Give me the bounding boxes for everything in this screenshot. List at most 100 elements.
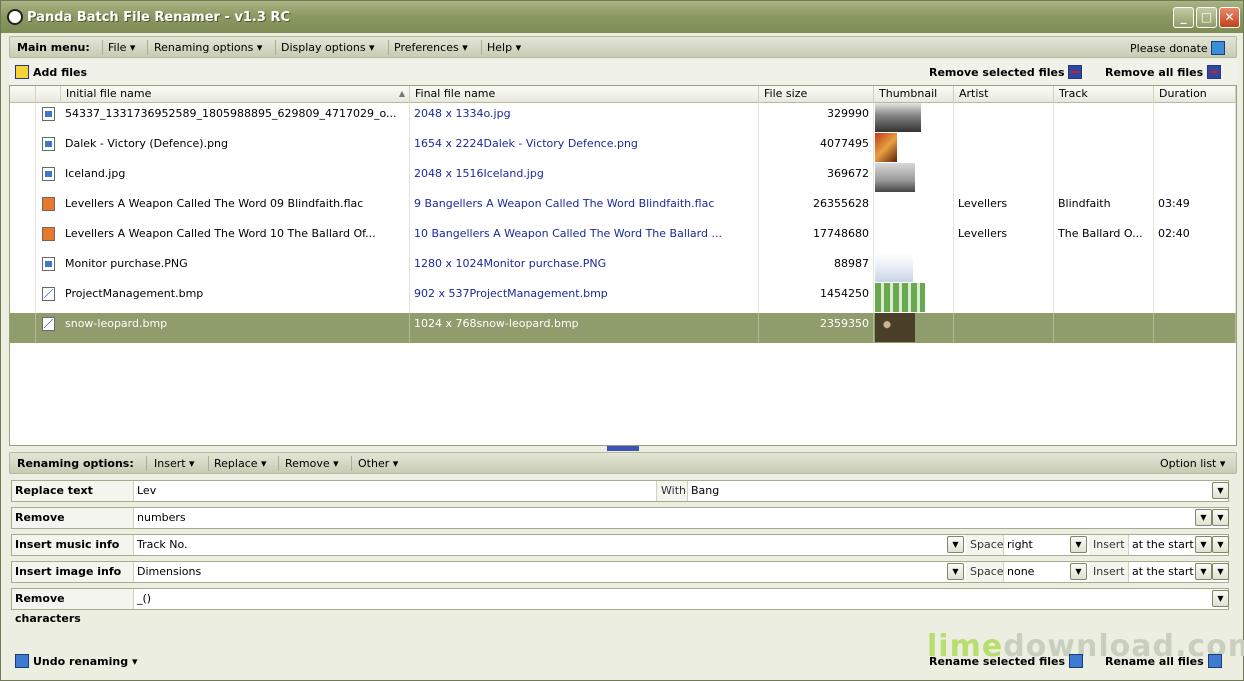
undo-renaming-button[interactable]: Undo renaming ▾ xyxy=(15,654,137,668)
remove-characters-input[interactable]: _() xyxy=(134,589,1212,609)
music-insert-dropdown[interactable]: ▼ xyxy=(1195,536,1212,553)
remove-characters-label: Remove characters xyxy=(12,589,134,625)
row-check-cell[interactable] xyxy=(10,103,36,133)
column-header-track[interactable]: Track xyxy=(1054,86,1154,103)
image-file-icon xyxy=(42,317,55,331)
maximize-button[interactable]: □ xyxy=(1196,7,1217,28)
menu-renaming-options[interactable]: Renaming options ▾ xyxy=(154,41,262,54)
column-header-size[interactable]: File size xyxy=(759,86,874,103)
file-size-cell: 17748680 xyxy=(759,223,874,253)
option-list-menu[interactable]: Option list ▾ xyxy=(1160,457,1225,470)
file-size-cell: 1454250 xyxy=(759,283,874,313)
options-remove-menu[interactable]: Remove ▾ xyxy=(285,457,339,470)
column-header-final[interactable]: Final file name xyxy=(410,86,759,103)
menu-help[interactable]: Help ▾ xyxy=(487,41,521,54)
file-row[interactable]: Levellers A Weapon Called The Word 10 Th… xyxy=(10,223,1236,253)
donate-icon xyxy=(1211,41,1226,55)
column-header-initial[interactable]: Initial file name ▲ xyxy=(61,86,410,103)
image-info-dropdown[interactable]: ▼ xyxy=(947,563,964,580)
remove-characters-row: Remove characters _() ▼ xyxy=(11,588,1229,625)
rename-selected-button[interactable]: Rename selected files xyxy=(929,654,1087,668)
row-check-cell[interactable] xyxy=(10,223,36,253)
file-row[interactable]: ProjectManagement.bmp 902 x 537ProjectMan… xyxy=(10,283,1236,313)
music-space-select[interactable]: right xyxy=(1004,535,1070,555)
initial-name-cell: Levellers A Weapon Called The Word 09 Bl… xyxy=(61,193,410,223)
column-header-duration[interactable]: Duration xyxy=(1154,86,1236,103)
file-row[interactable]: Monitor purchase.PNG 1280 x 1024Monitor p… xyxy=(10,253,1236,283)
file-row[interactable]: Levellers A Weapon Called The Word 09 Bl… xyxy=(10,193,1236,223)
file-row[interactable]: 54337_1331736952589_1805988895_629809_47… xyxy=(10,103,1236,133)
duration-cell: 03:49 xyxy=(1154,193,1236,223)
remove-row-dropdown[interactable]: ▼ xyxy=(1212,509,1229,526)
remove-select[interactable]: numbers xyxy=(134,508,1194,528)
music-row-dropdown[interactable]: ▼ xyxy=(1212,536,1229,553)
app-window: Panda Batch File Renamer - v1.3 RC _ □ ✕… xyxy=(0,0,1244,681)
file-row[interactable]: snow-leopard.bmp 1024 x 768snow-leopard.b… xyxy=(10,313,1236,343)
image-space-dropdown[interactable]: ▼ xyxy=(1070,563,1087,580)
audio-file-icon xyxy=(42,227,55,241)
music-space-dropdown[interactable]: ▼ xyxy=(1070,536,1087,553)
image-info-select[interactable]: Dimensions xyxy=(134,562,947,582)
replace-with-input[interactable]: Bang xyxy=(688,481,1212,501)
image-file-icon xyxy=(42,257,55,271)
file-row[interactable]: Iceland.jpg 2048 x 1516Iceland.jpg 369672 xyxy=(10,163,1236,193)
donate-link[interactable]: Please donate xyxy=(1130,41,1229,55)
options-other-menu[interactable]: Other ▾ xyxy=(358,457,398,470)
options-replace-menu[interactable]: Replace ▾ xyxy=(214,457,267,470)
chars-row-dropdown[interactable]: ▼ xyxy=(1212,590,1229,607)
image-insert-select[interactable]: at the start xyxy=(1129,562,1195,582)
column-header-artist[interactable]: Artist xyxy=(954,86,1054,103)
remove-all-button[interactable]: Remove all files xyxy=(1105,65,1225,79)
column-header-check[interactable] xyxy=(10,86,36,103)
column-header-thumbnail[interactable]: Thumbnail xyxy=(874,86,954,103)
file-row[interactable]: Dalek - Victory (Defence).png 1654 x 2224… xyxy=(10,133,1236,163)
space-label: Space xyxy=(966,535,1004,555)
music-info-dropdown[interactable]: ▼ xyxy=(947,536,964,553)
duration-cell xyxy=(1154,283,1236,313)
artist-cell xyxy=(954,103,1054,133)
image-space-select[interactable]: none xyxy=(1004,562,1070,582)
final-name-cell: 10 Bangellers A Weapon Called The Word T… xyxy=(410,223,759,253)
menu-display-options[interactable]: Display options ▾ xyxy=(281,41,375,54)
splitter-handle[interactable] xyxy=(607,446,639,451)
add-files-button[interactable]: Add files xyxy=(15,65,87,79)
insert-image-row: Insert image info Dimensions ▼ Space non… xyxy=(11,561,1229,583)
menu-file[interactable]: File ▾ xyxy=(108,41,135,54)
artist-cell: Levellers xyxy=(954,193,1054,223)
remove-selected-button[interactable]: Remove selected files xyxy=(929,65,1086,79)
music-info-select[interactable]: Track No. xyxy=(134,535,947,555)
image-insert-dropdown[interactable]: ▼ xyxy=(1195,563,1212,580)
remove-icon xyxy=(1206,65,1221,79)
file-size-cell: 329990 xyxy=(759,103,874,133)
menu-separator xyxy=(147,40,148,55)
remove-icon xyxy=(1068,65,1083,79)
row-check-cell[interactable] xyxy=(10,283,36,313)
remove-select-dropdown[interactable]: ▼ xyxy=(1195,509,1212,526)
row-check-cell[interactable] xyxy=(10,163,36,193)
replace-text-input[interactable]: Lev xyxy=(134,481,657,501)
remove-row: Remove numbers ▼ ▼ xyxy=(11,507,1229,529)
renaming-options-bar: Renaming options: Insert ▾ Replace ▾ Rem… xyxy=(9,452,1237,474)
insert-music-label: Insert music info xyxy=(12,535,134,555)
initial-name-cell: snow-leopard.bmp xyxy=(61,313,410,343)
rename-all-button[interactable]: Rename all files xyxy=(1105,654,1226,668)
minimize-button[interactable]: _ xyxy=(1173,7,1194,28)
replace-row-dropdown[interactable]: ▼ xyxy=(1212,482,1229,499)
row-check-cell[interactable] xyxy=(10,253,36,283)
final-name-cell: 2048 x 1516Iceland.jpg xyxy=(410,163,759,193)
insert-music-row: Insert music info Track No. ▼ Space righ… xyxy=(11,534,1229,556)
final-name-cell: 902 x 537ProjectManagement.bmp xyxy=(410,283,759,313)
row-check-cell[interactable] xyxy=(10,313,36,343)
close-button[interactable]: ✕ xyxy=(1219,7,1240,28)
music-insert-select[interactable]: at the start xyxy=(1129,535,1195,555)
final-name-cell: 2048 x 1334o.jpg xyxy=(410,103,759,133)
image-row-dropdown[interactable]: ▼ xyxy=(1212,563,1229,580)
image-file-icon xyxy=(42,167,55,181)
file-toolbar: Add files Remove selected files Remove a… xyxy=(9,60,1237,86)
options-insert-menu[interactable]: Insert ▾ xyxy=(154,457,195,470)
initial-name-cell: ProjectManagement.bmp xyxy=(61,283,410,313)
menu-preferences[interactable]: Preferences ▾ xyxy=(394,41,468,54)
row-check-cell[interactable] xyxy=(10,133,36,163)
column-header-icon[interactable] xyxy=(36,86,61,103)
row-check-cell[interactable] xyxy=(10,193,36,223)
